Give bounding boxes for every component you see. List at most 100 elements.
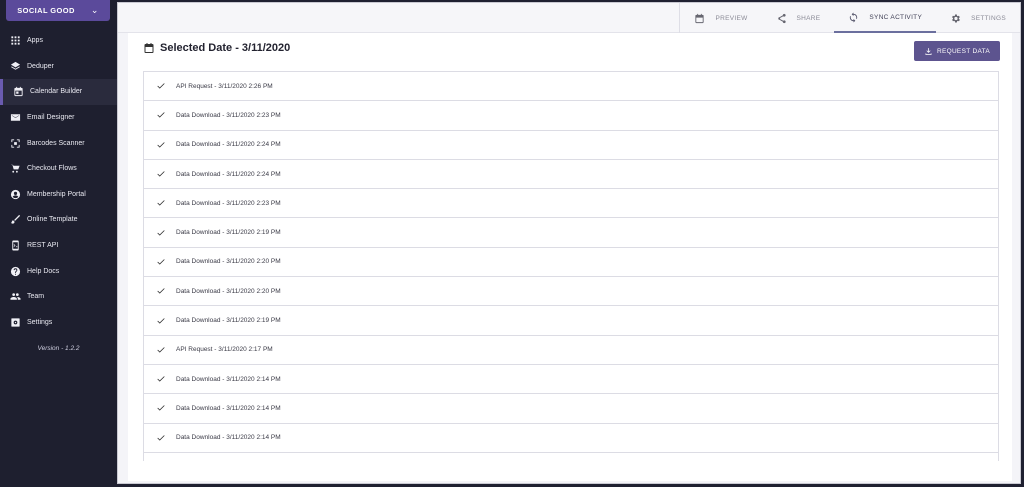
list-item-text: Data Download - 3/11/2020 2:24 PM — [176, 170, 281, 178]
layers-icon — [9, 60, 21, 72]
check-icon — [157, 112, 165, 119]
list-item-text: Data Download - 3/11/2020 2:24 PM — [176, 141, 281, 149]
check-icon — [157, 347, 165, 353]
sidebar-item-membership-portal[interactable]: Membership Portal — [0, 182, 117, 208]
list-item-text: Data Download - 3/11/2020 2:14 PM — [176, 375, 281, 383]
chevron-down-icon: ⌄ — [90, 5, 99, 15]
sidebar-item-team[interactable]: Team — [0, 284, 117, 310]
calendar-icon — [695, 13, 705, 23]
sidebar-item-online-template[interactable]: Online Template — [0, 207, 117, 233]
sidebar-item-checkout-flows[interactable]: Checkout Flows — [0, 156, 117, 182]
list-item[interactable]: API Request - 3/11/2020 2:17 PM — [144, 336, 998, 365]
list-item[interactable]: Data Download - 3/11/2020 2:23 PM — [144, 189, 998, 219]
check-icon — [157, 434, 165, 441]
sidebar-nav: Apps Deduper Calendar Builder Email Desi… — [0, 28, 117, 335]
list-item-text: Data Download - 3/11/2020 2:14 PM — [176, 404, 281, 412]
sidebar-item-label: Email Designer — [27, 114, 75, 122]
sidebar-item-email-designer[interactable]: Email Designer — [0, 105, 117, 131]
org-switcher-button[interactable]: SOCIAL GOOD ⌄ — [6, 0, 110, 21]
list-item[interactable]: Data Download - 3/11/2020 2:24 PM — [144, 160, 998, 190]
tab-sync-activity[interactable]: SYNC ACTIVITY — [834, 3, 937, 33]
list-item-text: Data Download - 3/11/2020 2:20 PM — [176, 287, 281, 295]
list-item[interactable]: Data Download - 3/11/2020 2:19 PM — [144, 306, 998, 336]
tab-settings[interactable]: SETTINGS — [936, 3, 1020, 33]
sidebar-item-label: Apps — [27, 37, 43, 45]
check-icon — [157, 200, 165, 207]
settings-box-icon — [9, 316, 21, 328]
list-item-text: Data Download - 3/11/2020 2:14 PM — [176, 434, 281, 442]
list-item[interactable]: Data Download - 3/11/2020 2:14 PM — [144, 365, 998, 395]
sidebar-item-help-docs[interactable]: Help Docs — [0, 258, 117, 284]
tab-label: SHARE — [796, 14, 821, 22]
check-icon — [157, 171, 165, 177]
sidebar-item-label: Calendar Builder — [30, 88, 83, 96]
list-item[interactable]: Data Download - 3/11/2020 2:14 PM — [144, 394, 998, 424]
tab-label: SETTINGS — [971, 14, 1006, 22]
help-icon — [9, 265, 21, 277]
sidebar-item-apps[interactable]: Apps — [0, 28, 117, 54]
sidebar-item-label: Settings — [27, 318, 53, 326]
download-icon — [925, 47, 932, 55]
check-icon — [157, 405, 165, 412]
sidebar-item-label: Deduper — [27, 62, 54, 70]
cart-icon — [9, 163, 21, 175]
sidebar-item-label: Online Template — [27, 216, 78, 224]
sidebar-item-rest-api[interactable]: REST API — [0, 233, 117, 259]
check-icon — [157, 376, 165, 382]
grid-icon — [9, 35, 21, 47]
sidebar-item-label: Membership Portal — [27, 190, 86, 198]
version-label: Version - 1.2.2 — [37, 345, 80, 352]
sidebar-item-settings[interactable]: Settings — [0, 310, 117, 336]
request-data-button[interactable]: REQUEST DATA — [914, 41, 1000, 61]
page-title-text: Selected Date - 3/11/2020 — [160, 42, 291, 54]
sidebar-item-calendar-builder[interactable]: Calendar Builder — [0, 79, 117, 105]
calendar-icon — [144, 43, 154, 53]
sidebar-item-label: REST API — [27, 242, 59, 250]
request-data-label: REQUEST DATA — [936, 47, 991, 55]
list-item-text: Data Download - 3/11/2020 2:20 PM — [176, 258, 281, 266]
check-icon — [157, 83, 165, 89]
phone-icon — [9, 240, 21, 252]
list-item-text: Data Download - 3/11/2020 2:19 PM — [176, 229, 281, 237]
list-item[interactable]: Data Download - 3/11/2020 2:19 PM — [144, 218, 998, 248]
list-item-text: API Request - 3/11/2020 2:26 PM — [176, 82, 273, 90]
sidebar-item-label: Team — [27, 293, 45, 301]
main-content: PREVIEW SHARE SYNC ACTIVITY SETTINGS Sel… — [117, 2, 1021, 484]
list-item-text: API Request - 3/11/2020 2:17 PM — [176, 346, 273, 354]
account-icon — [9, 188, 21, 200]
sidebar: SOCIAL GOOD ⌄ Apps Deduper Calendar Buil… — [0, 0, 117, 487]
check-icon — [157, 259, 165, 265]
check-icon — [157, 288, 165, 294]
brush-icon — [9, 214, 21, 226]
list-item-text: Data Download - 3/11/2020 2:19 PM — [176, 317, 281, 325]
gear-icon — [952, 13, 960, 23]
check-icon — [157, 317, 165, 324]
sidebar-item-label: Checkout Flows — [27, 165, 77, 173]
list-item[interactable]: Data Download - 3/11/2020 2:24 PM — [144, 131, 998, 160]
tab-list: PREVIEW SHARE SYNC ACTIVITY SETTINGS — [679, 3, 1020, 33]
sidebar-item-label: Barcodes Scanner — [27, 139, 85, 147]
mail-icon — [9, 112, 21, 124]
list-item[interactable]: Data Download - 3/11/2020 2:14 PM — [144, 424, 998, 453]
tab-preview[interactable]: PREVIEW — [679, 3, 761, 33]
list-item-text: Data Download - 3/11/2020 2:23 PM — [176, 199, 281, 207]
tab-label: PREVIEW — [715, 14, 748, 22]
sidebar-item-label: Help Docs — [27, 267, 60, 275]
sidebar-item-deduper[interactable]: Deduper — [0, 54, 117, 80]
list-item-text: Data Download - 3/11/2020 2:23 PM — [176, 111, 281, 119]
activity-list: API Request - 3/11/2020 2:26 PM Data Dow… — [143, 71, 999, 461]
sync-icon — [850, 11, 858, 23]
sidebar-item-barcodes-scanner[interactable]: Barcodes Scanner — [0, 130, 117, 156]
people-icon — [9, 291, 21, 303]
check-icon — [157, 141, 165, 148]
tab-label: SYNC ACTIVITY — [869, 13, 923, 21]
list-item[interactable]: Data Download - 3/11/2020 2:20 PM — [144, 277, 998, 307]
list-item[interactable]: API Request - 3/11/2020 2:26 PM — [144, 72, 998, 102]
top-tab-bar: PREVIEW SHARE SYNC ACTIVITY SETTINGS — [118, 3, 1020, 33]
tab-share[interactable]: SHARE — [762, 3, 835, 33]
list-item[interactable]: Data Download - 3/11/2020 2:23 PM — [144, 101, 998, 131]
list-item[interactable]: Data Download - 3/11/2020 2:20 PM — [144, 248, 998, 278]
check-icon — [157, 229, 165, 236]
org-label: SOCIAL GOOD — [17, 6, 75, 15]
calendar-icon — [12, 86, 24, 98]
